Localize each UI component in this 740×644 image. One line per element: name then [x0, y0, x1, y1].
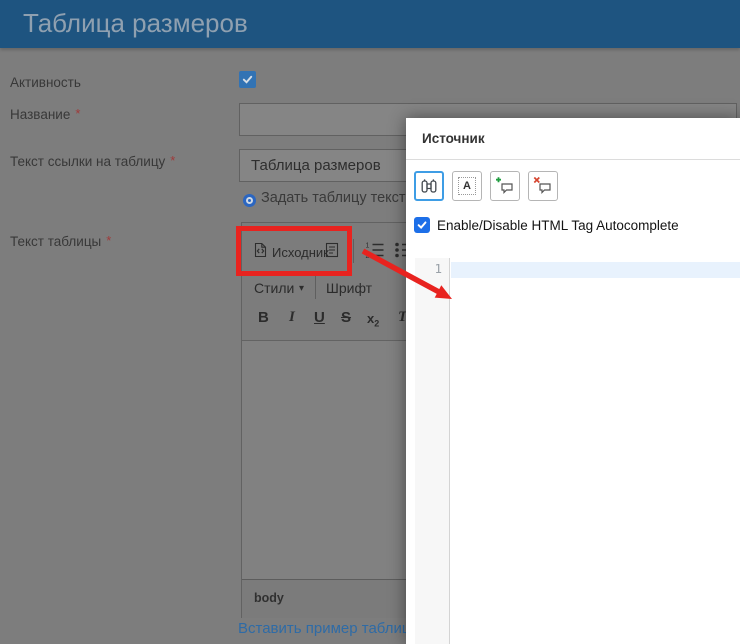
- element-path[interactable]: body: [254, 591, 284, 605]
- modal-header: Источник: [406, 118, 740, 160]
- underline-button[interactable]: U: [314, 309, 325, 326]
- form-label-name: Название *: [10, 106, 81, 122]
- page-title: Таблица размеров: [23, 8, 248, 38]
- annotation-rect: [236, 226, 352, 276]
- comment-remove-icon: [533, 176, 551, 194]
- radio-dot: [247, 198, 252, 203]
- required-asterisk: *: [106, 233, 112, 248]
- modal-title: Источник: [422, 131, 485, 146]
- toolbar-separator: [353, 239, 354, 263]
- checkmark-icon: [242, 75, 253, 84]
- italic-button[interactable]: I: [289, 309, 295, 326]
- form-label-link-text: Текст ссылки на таблицу *: [10, 153, 176, 169]
- autocomplete-checkbox[interactable]: [414, 217, 430, 233]
- insert-example-link[interactable]: Вставить пример таблицы: [238, 620, 421, 637]
- chevron-down-icon: ▾: [299, 283, 305, 294]
- remove-comment-button[interactable]: [528, 171, 558, 201]
- add-comment-button[interactable]: [490, 171, 520, 201]
- radio-ring: [246, 197, 253, 204]
- required-asterisk: *: [75, 106, 81, 121]
- form-label-activity: Активность: [10, 75, 81, 90]
- active-line-highlight: [451, 262, 740, 278]
- page-header: Таблица размеров: [0, 0, 740, 48]
- required-asterisk: *: [170, 153, 176, 168]
- autocomplete-label: Enable/Disable HTML Tag Autocomplete: [437, 218, 679, 233]
- checkmark-icon: [417, 221, 427, 229]
- table-mode-radio[interactable]: [243, 194, 256, 207]
- autoformat-icon: A: [458, 177, 476, 195]
- annotation-arrow-icon: [361, 248, 452, 299]
- activity-checkbox[interactable]: [239, 71, 256, 88]
- styles-dropdown[interactable]: Стили: [254, 280, 294, 296]
- search-button[interactable]: [414, 171, 444, 201]
- toolbar-separator: [315, 275, 316, 299]
- screen: Таблица размеров Активность Название * Те…: [0, 0, 740, 644]
- autoformat-button[interactable]: A: [452, 171, 482, 201]
- bold-button[interactable]: B: [258, 309, 269, 326]
- line-number-gutter: 1: [415, 258, 450, 644]
- source-modal: Источник A Enable/Disable HTML Tag Autoc…: [406, 118, 740, 644]
- form-label-table-text: Текст таблицы *: [10, 233, 112, 249]
- subscript-button[interactable]: x2: [367, 311, 379, 329]
- comment-add-icon: [496, 177, 513, 194]
- code-editor[interactable]: 1: [406, 258, 740, 644]
- binoculars-icon: [421, 179, 437, 193]
- strike-button[interactable]: S: [341, 309, 351, 326]
- table-mode-radio-label: Задать таблицу текстом: [261, 190, 424, 206]
